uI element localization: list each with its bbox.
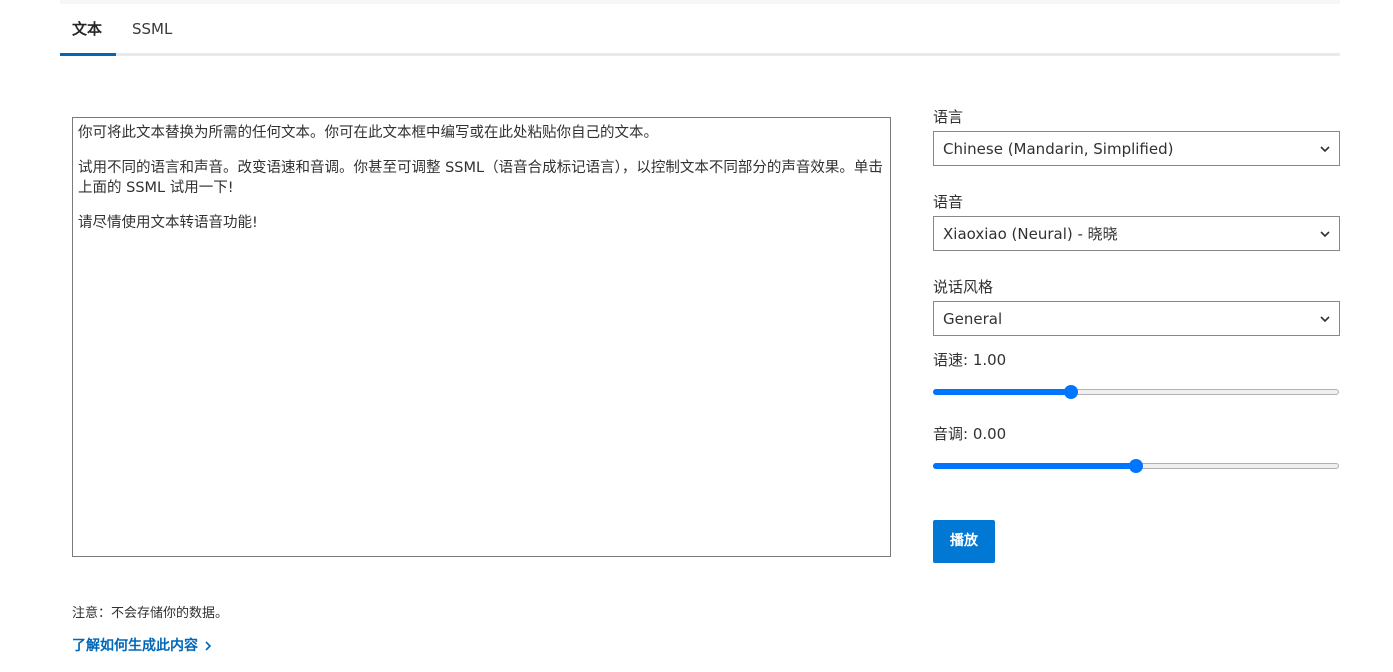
- tab-text-label: 文本: [72, 20, 103, 38]
- pitch-slider[interactable]: [933, 457, 1339, 475]
- privacy-note: 注意：不会存储你的数据。: [72, 606, 229, 621]
- voice-select-value: Xiaoxiao (Neural) - 晓晓: [943, 225, 1118, 243]
- chevron-down-icon: [1320, 231, 1330, 238]
- language-select-value: Chinese (Mandarin, Simplified): [943, 140, 1174, 158]
- tab-active-indicator: [60, 53, 116, 56]
- style-label: 说话风格: [933, 278, 994, 296]
- editor-paragraph: 请尽情使用文本转语音功能!: [78, 215, 258, 231]
- text-input-area[interactable]: 你可将此文本替换为所需的任何文本。你可在此文本框中编写或在此处粘贴你自己的文本。…: [72, 117, 891, 557]
- chevron-right-icon: [205, 641, 212, 651]
- voice-label: 语音: [933, 193, 964, 211]
- chevron-down-icon: [1320, 146, 1330, 153]
- rate-label: 语速: 1.00: [933, 351, 1007, 369]
- pitch-slider-fill: [933, 463, 1136, 469]
- pitch-label: 音调: 0.00: [933, 425, 1007, 443]
- play-button[interactable]: 播放: [933, 520, 995, 563]
- editor-paragraph: 试用不同的语言和声音。改变语速和音调。你甚至可调整 SSML（语音合成标记语言）…: [78, 160, 883, 196]
- style-select[interactable]: General: [933, 301, 1340, 336]
- style-select-value: General: [943, 310, 1003, 328]
- language-label: 语言: [933, 108, 964, 126]
- rate-slider-thumb[interactable]: [1063, 385, 1078, 399]
- rate-slider-fill: [933, 389, 1071, 395]
- learn-more-link[interactable]: 了解如何生成此内容: [72, 636, 212, 656]
- language-select[interactable]: Chinese (Mandarin, Simplified): [933, 131, 1340, 166]
- tab-bar-track: [60, 53, 1340, 56]
- pitch-slider-thumb[interactable]: [1129, 459, 1143, 473]
- chevron-down-icon: [1320, 316, 1330, 323]
- editor-paragraph: 你可将此文本替换为所需的任何文本。你可在此文本框中编写或在此处粘贴你自己的文本。: [78, 125, 658, 141]
- tab-ssml-label: SSML: [132, 20, 173, 38]
- rate-slider[interactable]: [933, 383, 1339, 401]
- learn-more-link-label: 了解如何生成此内容: [72, 638, 198, 654]
- voice-select[interactable]: Xiaoxiao (Neural) - 晓晓: [933, 216, 1340, 251]
- tab-bar: 文本 SSML: [60, 0, 1340, 58]
